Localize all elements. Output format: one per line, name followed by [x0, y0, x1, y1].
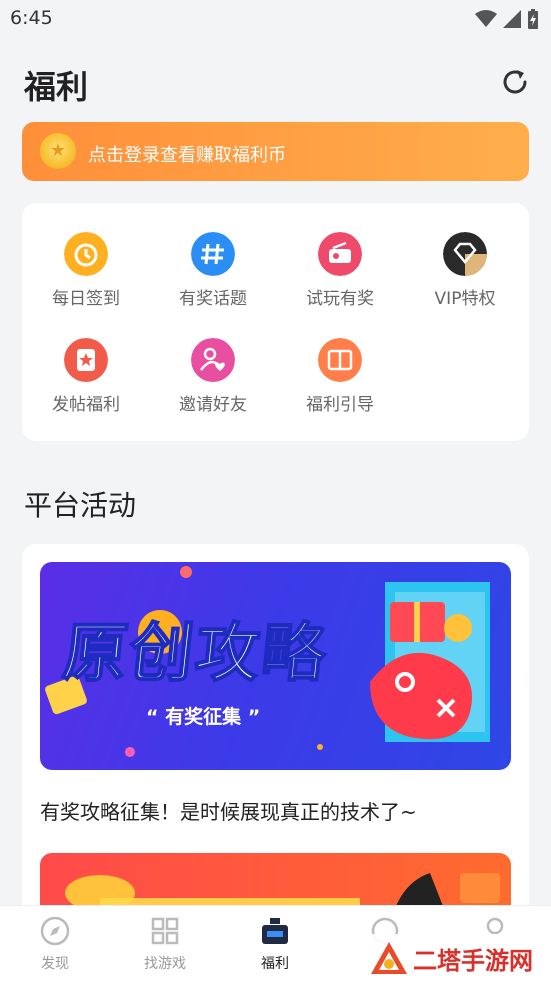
- banner-subtitle: “ 有奖征集 ”: [146, 706, 261, 728]
- tab-label: 福利: [261, 956, 289, 972]
- login-banner[interactable]: ★ 点击登录查看赚取福利币: [22, 122, 529, 181]
- activity-card[interactable]: 原创攻略 “ 有奖征集 ” 有奖攻略征集！是时候展现真正的技术了~: [22, 544, 529, 924]
- section-title: 平台活动: [24, 489, 137, 522]
- radio-icon: [318, 232, 362, 276]
- grid-label: VIP特权: [434, 289, 496, 309]
- grid-item-topic[interactable]: 有奖话题: [163, 232, 263, 322]
- signal-icon: [503, 10, 521, 28]
- grid-label: 福利引导: [306, 395, 374, 415]
- tab-find-games[interactable]: 找游戏: [110, 906, 220, 982]
- header: 福利: [0, 40, 551, 120]
- book-icon: [318, 338, 362, 382]
- feature-grid: 每日签到 有奖话题 试玩有奖 VIP特权 发帖福利 邀请好友 福利引导: [22, 203, 529, 441]
- daily-checkin-icon: [64, 232, 108, 276]
- status-time: 6:45: [10, 7, 53, 29]
- grid-label: 发帖福利: [52, 395, 120, 415]
- grid-icon: [151, 917, 179, 945]
- grid-item-vip[interactable]: VIP特权: [415, 232, 515, 322]
- diamond-icon: [443, 232, 487, 276]
- wifi-icon: [475, 10, 497, 27]
- login-banner-text: 点击登录查看赚取福利币: [88, 145, 286, 166]
- grid-item-daily-checkin[interactable]: 每日签到: [36, 232, 136, 322]
- grid-label: 有奖话题: [179, 289, 247, 309]
- grid-item-trial[interactable]: 试玩有奖: [290, 232, 390, 322]
- activity-banner[interactable]: 原创攻略 “ 有奖征集 ”: [40, 562, 511, 770]
- post-icon: [64, 338, 108, 382]
- grid-label: 邀请好友: [179, 395, 247, 415]
- watermark-text: 二塔手游网: [413, 947, 533, 975]
- hashtag-icon: [191, 232, 235, 276]
- grid-item-invite[interactable]: 邀请好友: [163, 338, 263, 428]
- activity-text[interactable]: 有奖攻略征集！是时候展现真正的技术了~: [40, 796, 417, 825]
- refresh-icon[interactable]: [499, 66, 531, 98]
- status-bar: 6:45: [0, 0, 551, 40]
- grid-label: 试玩有奖: [306, 289, 374, 309]
- banner-title: 原创攻略: [58, 616, 332, 692]
- watermark: 二塔手游网: [363, 934, 551, 981]
- page-title: 福利: [24, 68, 89, 106]
- grid-item-guide[interactable]: 福利引导: [290, 338, 390, 428]
- grid-label: 每日签到: [52, 289, 120, 309]
- status-icons: [475, 9, 539, 29]
- banner-subtitle-text: 有奖征集: [165, 706, 242, 728]
- tab-discover[interactable]: 发现: [0, 906, 110, 982]
- grid-item-post[interactable]: 发帖福利: [36, 338, 136, 428]
- invite-icon: [191, 338, 235, 382]
- tab-welfare[interactable]: 福利: [220, 906, 330, 982]
- battery-icon: [528, 9, 538, 29]
- coin-icon: ★: [40, 133, 76, 169]
- welfare-icon: [262, 918, 288, 944]
- tab-label: 找游戏: [144, 956, 186, 972]
- tab-label: 发现: [41, 956, 69, 972]
- compass-icon: [40, 916, 70, 946]
- watermark-logo-icon: [371, 942, 407, 974]
